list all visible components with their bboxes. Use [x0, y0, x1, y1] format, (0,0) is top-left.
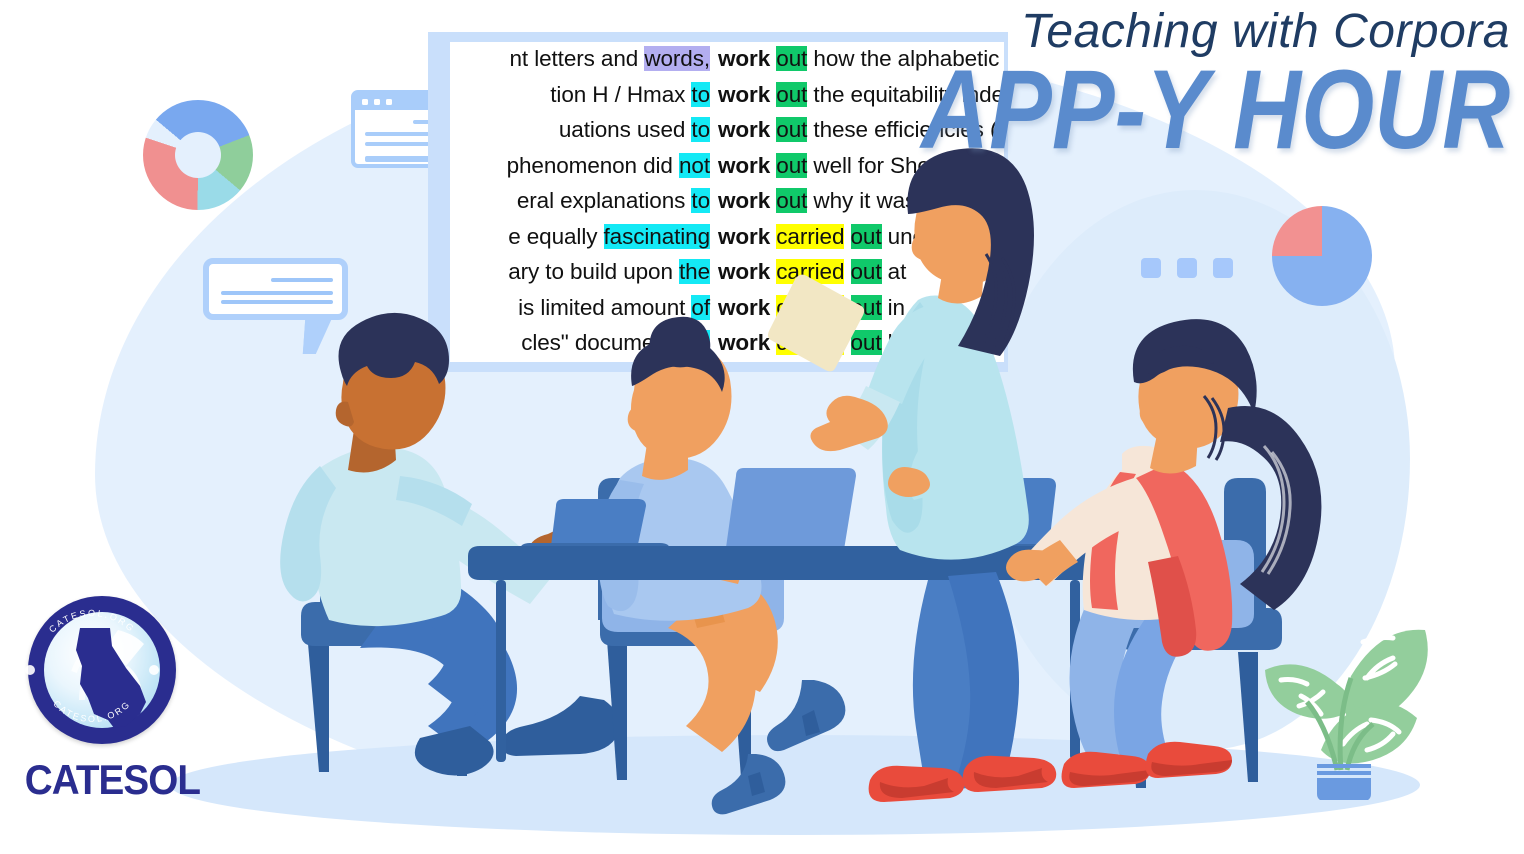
logo-arc-text: CATESOL.ORG CATESOL.ORG	[25, 608, 159, 724]
svg-text:CATESOL.ORG: CATESOL.ORG	[51, 699, 132, 724]
catesol-logo: CATESOL.ORG CATESOL.ORG CATESOL	[18, 596, 201, 826]
headline-text: APP-Y HOUR	[921, 47, 1510, 172]
svg-text:CATESOL.ORG: CATESOL.ORG	[47, 608, 137, 635]
catesol-wordmark: CATESOL	[24, 756, 201, 803]
plant-leaves	[1265, 629, 1428, 771]
monstera-plant	[1255, 580, 1435, 802]
poster-canvas: nt letters and words, work out how the al…	[0, 0, 1524, 854]
title-block: Teaching with Corpora APP-Y HOUR	[809, 8, 1510, 172]
plant-pot	[1317, 764, 1371, 802]
